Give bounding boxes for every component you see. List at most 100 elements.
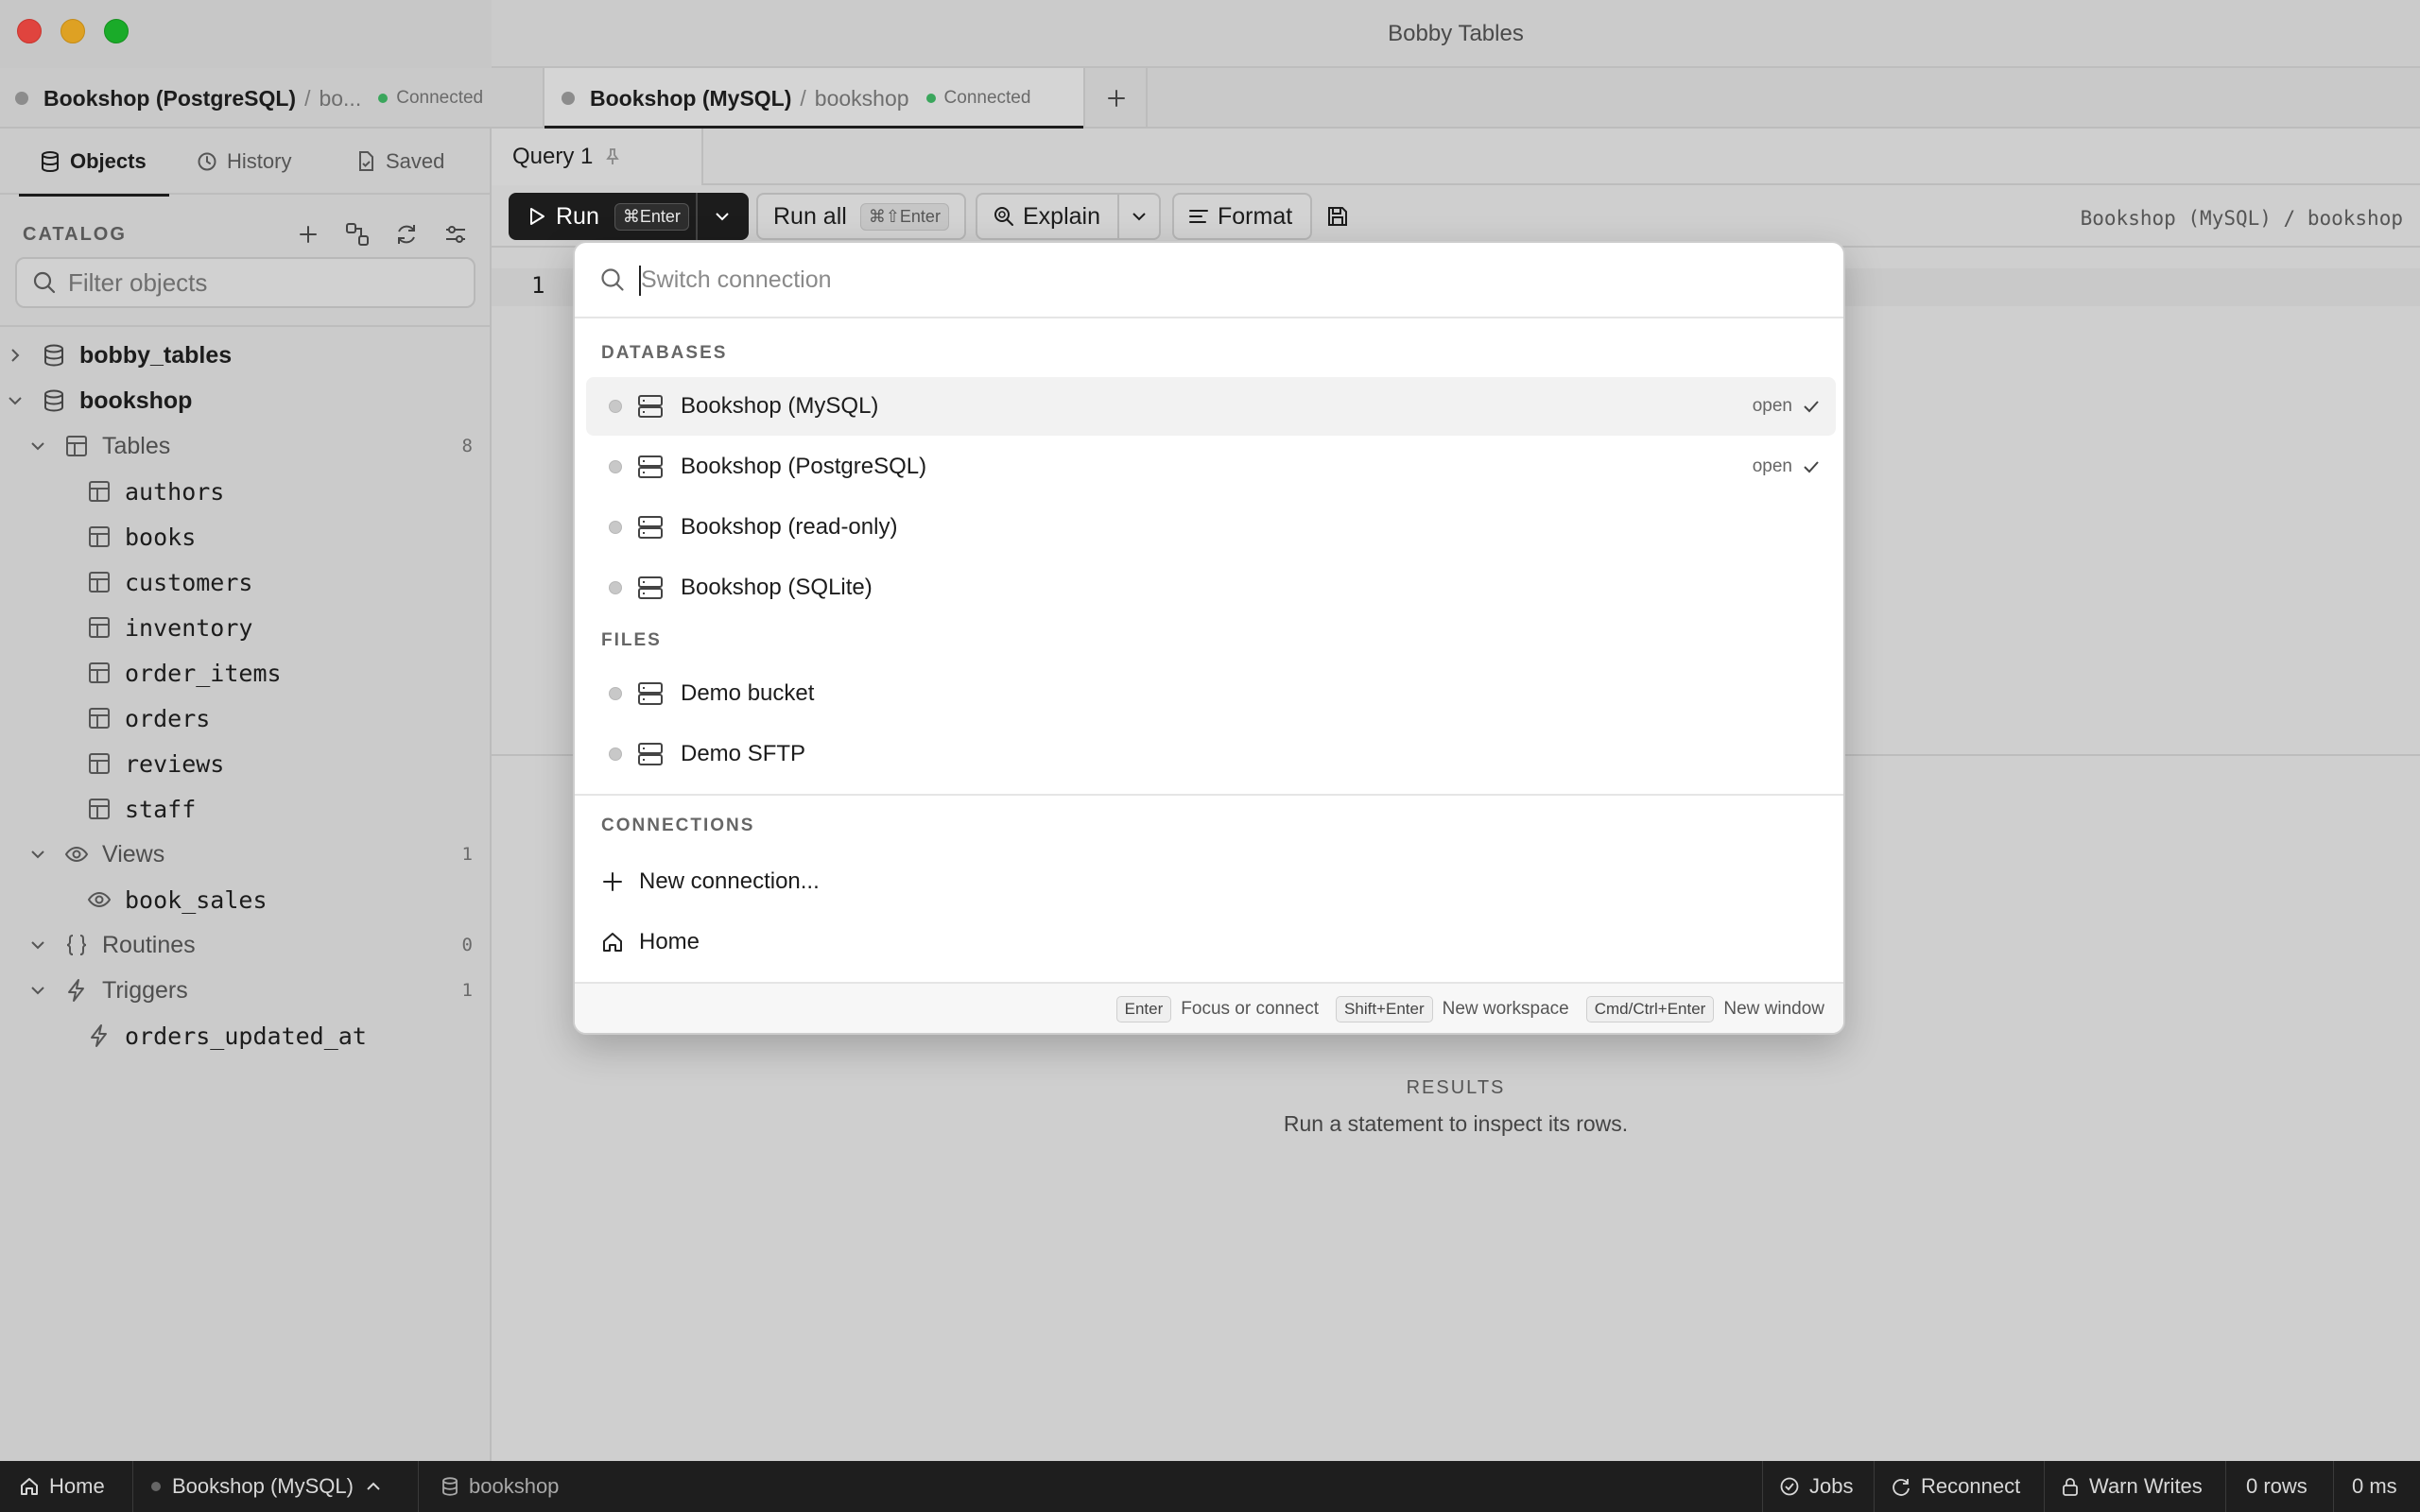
palette-item-demo-sftp[interactable]: Demo SFTP xyxy=(586,725,1836,783)
switch-connection-input[interactable] xyxy=(641,266,1775,294)
add-connection-tab-button[interactable] xyxy=(1087,68,1148,129)
refresh-catalog-button[interactable] xyxy=(389,217,424,251)
explain-button-group: Explain xyxy=(976,193,1161,240)
window-title: Bobby Tables xyxy=(1388,21,1524,46)
status-elapsed-time: 0 ms xyxy=(2352,1474,2397,1498)
connection-dot-icon xyxy=(609,460,622,473)
status-home-button[interactable]: Home xyxy=(19,1461,105,1512)
braces-icon xyxy=(66,935,87,955)
plus-icon xyxy=(1108,90,1125,107)
home-item[interactable]: Home xyxy=(601,916,700,969)
chevron-down-icon xyxy=(716,213,729,221)
palette-item-bookshop-sqlite[interactable]: Bookshop (SQLite) xyxy=(586,558,1836,617)
path-separator: / xyxy=(304,85,311,111)
shortcut-key: Enter xyxy=(1115,996,1172,1022)
catalog-header: CATALOG xyxy=(23,215,473,253)
tree-item-table[interactable]: orders xyxy=(0,696,490,741)
shortcut-description: New window xyxy=(1723,999,1824,1019)
run-options-button[interactable] xyxy=(698,193,747,240)
tree-group-tables[interactable]: Tables 8 xyxy=(0,423,490,469)
run-button-group: Run ⌘Enter xyxy=(509,193,749,240)
palette-search-field[interactable] xyxy=(575,243,1843,318)
connection-tab-postgresql[interactable]: Bookshop (PostgreSQL) / bo... Connected xyxy=(15,68,541,129)
query-tabs: Query 1 xyxy=(492,129,2420,185)
pin-icon[interactable] xyxy=(604,147,621,166)
tree-item-table[interactable]: authors xyxy=(0,469,490,514)
check-circle-icon xyxy=(1780,1477,1799,1496)
status-jobs-button[interactable]: Jobs xyxy=(1779,1461,1853,1512)
connection-status-label: Connected xyxy=(943,88,1031,108)
divider xyxy=(2044,1461,2045,1512)
clock-icon xyxy=(198,152,216,171)
run-all-shortcut: ⌘⇧Enter xyxy=(859,202,949,231)
explain-label: Explain xyxy=(1023,202,1100,230)
table-icon xyxy=(89,617,110,638)
tree-item-trigger[interactable]: orders_updated_at xyxy=(0,1013,490,1058)
server-icon xyxy=(638,395,663,418)
tree-group-views[interactable]: Views 1 xyxy=(0,832,490,877)
filter-objects-field[interactable] xyxy=(15,257,475,308)
tree-item-table[interactable]: customers xyxy=(0,559,490,605)
connection-status: Connected xyxy=(378,88,483,109)
chevron-down-icon xyxy=(31,850,44,859)
run-button[interactable]: Run ⌘Enter xyxy=(509,193,698,240)
status-reconnect-button[interactable]: Reconnect xyxy=(1891,1461,2020,1512)
group-count: 8 xyxy=(461,436,473,456)
status-connection-switcher[interactable]: Bookshop (MySQL) xyxy=(151,1461,391,1512)
palette-item-bookshop-mysql[interactable]: Bookshop (MySQL) open xyxy=(586,377,1836,436)
palette-item-bookshop-postgresql[interactable]: Bookshop (PostgreSQL) open xyxy=(586,438,1836,496)
tab-saved[interactable]: Saved xyxy=(355,129,444,195)
shortcut-description: New workspace xyxy=(1442,999,1569,1019)
status-database[interactable]: bookshop xyxy=(441,1461,559,1512)
tab-objects[interactable]: Objects xyxy=(19,129,169,197)
tree-group-triggers[interactable]: Triggers 1 xyxy=(0,968,490,1013)
palette-item-bookshop-read-only[interactable]: Bookshop (read-only) xyxy=(586,498,1836,557)
run-all-button[interactable]: Run all ⌘⇧Enter xyxy=(756,193,966,240)
tree-item-table[interactable]: order_items xyxy=(0,650,490,696)
run-all-label: Run all xyxy=(773,202,847,230)
palette-item-demo-bucket[interactable]: Demo bucket xyxy=(586,664,1836,723)
close-window-button[interactable] xyxy=(17,19,42,43)
tab-query-1[interactable]: Query 1 xyxy=(492,129,703,185)
plus-icon xyxy=(300,226,317,243)
tree-item-table[interactable]: staff xyxy=(0,786,490,832)
zoom-window-button[interactable] xyxy=(104,19,129,43)
explain-button[interactable]: Explain xyxy=(993,203,1100,231)
save-query-button[interactable] xyxy=(1323,202,1352,231)
connection-tab-mysql[interactable]: Bookshop (MySQL) / bookshop Connected xyxy=(543,68,1085,129)
connection-dot-icon xyxy=(15,92,28,105)
tree-item-view[interactable]: book_sales xyxy=(0,877,490,922)
divider xyxy=(1762,1461,1763,1512)
tab-history[interactable]: History xyxy=(197,129,291,195)
tree-item-table[interactable]: inventory xyxy=(0,605,490,650)
connection-tab-database: bo... xyxy=(319,85,362,111)
chevron-down-icon xyxy=(1132,213,1146,221)
query-tab-label: Query 1 xyxy=(512,144,594,169)
new-connection-item[interactable]: New connection... xyxy=(601,855,820,908)
tree-item-bookshop[interactable]: bookshop xyxy=(0,378,490,423)
tree-item-table[interactable]: books xyxy=(0,514,490,559)
run-label: Run xyxy=(556,202,599,230)
status-database-label: bookshop xyxy=(469,1474,560,1498)
tree-group-routines[interactable]: Routines 0 xyxy=(0,922,490,968)
connection-dot-icon xyxy=(562,92,575,105)
divider xyxy=(2225,1461,2226,1512)
database-icon xyxy=(442,1477,458,1496)
catalog-settings-button[interactable] xyxy=(439,217,473,251)
tree-item-table[interactable]: reviews xyxy=(0,741,490,786)
filter-objects-input[interactable] xyxy=(68,267,465,298)
trigger-name: orders_updated_at xyxy=(125,1022,367,1050)
floppy-disk-icon xyxy=(1328,207,1347,226)
format-button[interactable]: Format xyxy=(1172,193,1312,240)
status-warn-writes-button[interactable]: Warn Writes xyxy=(2061,1461,2203,1512)
minimize-window-button[interactable] xyxy=(60,19,85,43)
table-name: books xyxy=(125,523,197,551)
editor-toolbar: Run ⌘Enter Run all ⌘⇧Enter Explain Forma… xyxy=(492,185,2420,248)
tree-item-bobby-tables[interactable]: bobby_tables xyxy=(0,333,490,378)
palette-item-label: Bookshop (PostgreSQL) xyxy=(681,454,927,479)
explain-options-button[interactable] xyxy=(1117,195,1159,238)
add-object-button[interactable] xyxy=(291,217,325,251)
divider xyxy=(0,325,490,327)
schema-diagram-button[interactable] xyxy=(340,217,374,251)
sliders-icon xyxy=(446,226,465,243)
